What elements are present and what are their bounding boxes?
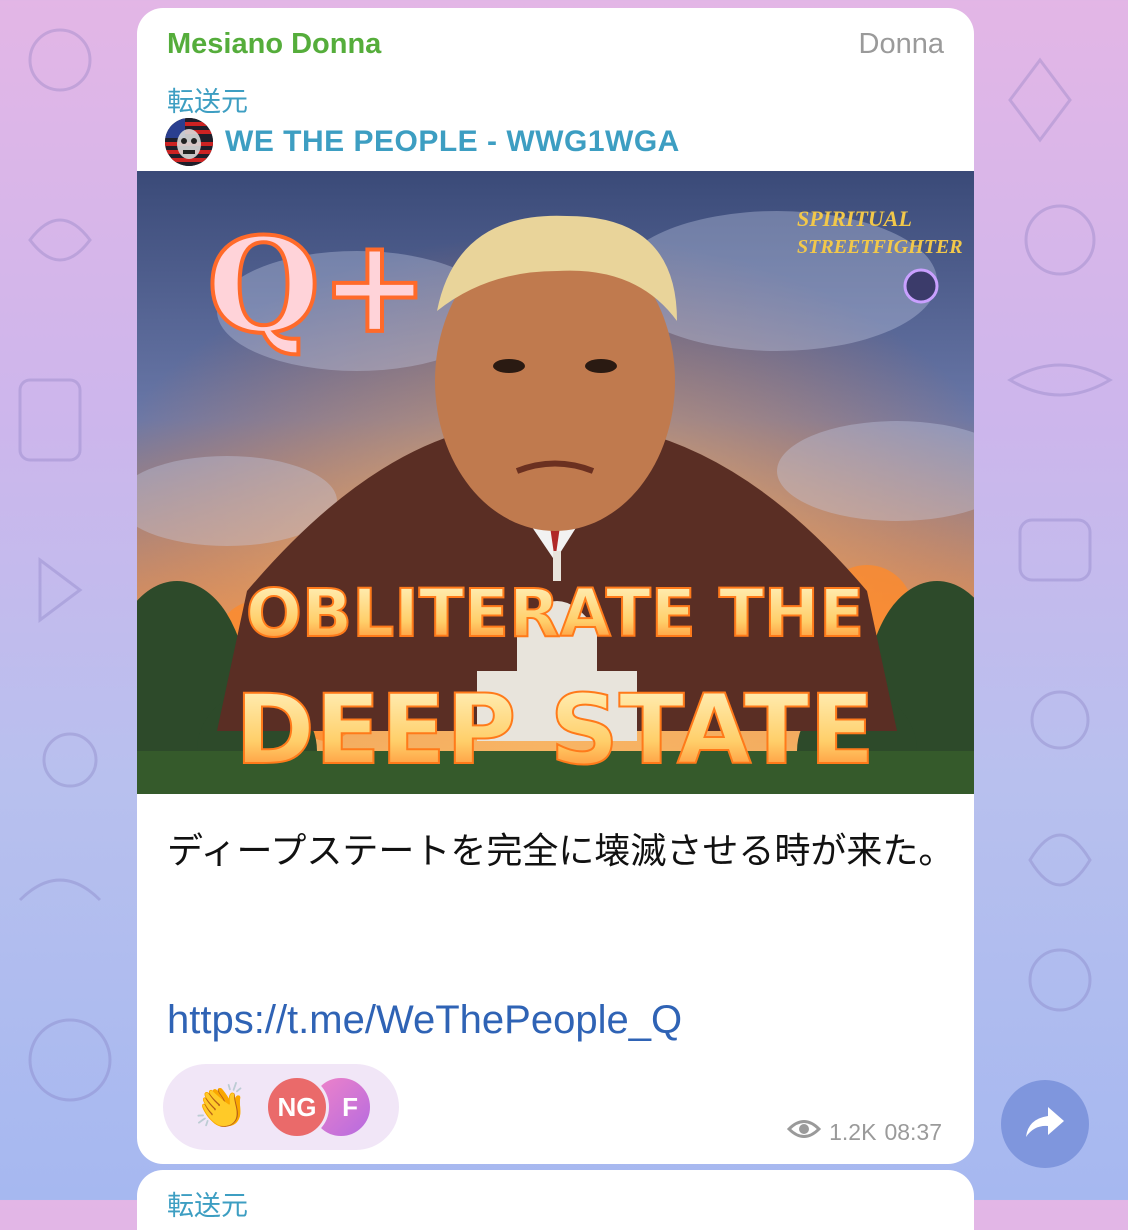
photo-illustration: Q+ SPIRITUAL STREETFIGHTER OBLITERATE TH…	[137, 171, 974, 794]
forwarded-channel[interactable]: WE THE PEOPLE - WWG1WGA	[165, 118, 680, 166]
reactor-avatar-ng: NG	[265, 1075, 329, 1139]
next-forwarded-label: 転送元	[167, 1191, 248, 1222]
sender-name[interactable]: Mesiano Donna	[167, 28, 381, 61]
photo-headline-1: OBLITERATE THE	[246, 575, 864, 652]
message-time: 08:37	[884, 1118, 942, 1145]
message-link[interactable]: https://t.me/WeThePeople_Q	[167, 998, 682, 1043]
reaction-avatars: NG F	[265, 1075, 385, 1139]
sender-tag: Donna	[858, 28, 944, 60]
next-message-bubble[interactable]: 転送元	[137, 1170, 974, 1230]
forwarded-channel-name[interactable]: WE THE PEOPLE - WWG1WGA	[225, 125, 680, 159]
message-bubble[interactable]: Mesiano Donna Donna 転送元 WE THE PEOPLE - …	[137, 8, 974, 1164]
clap-emoji: 👏	[193, 1081, 249, 1132]
share-button[interactable]	[1001, 1080, 1089, 1168]
photo-q-text: Q+	[207, 209, 429, 362]
photo-watermark-1: SPIRITUAL	[797, 206, 912, 231]
message-meta: 1.2K 08:37	[786, 1118, 942, 1146]
message-text: ディープステートを完全に壊滅させる時が来た。	[167, 831, 955, 872]
share-arrow-icon	[1024, 1103, 1066, 1145]
photo-headline-2: DEEP STATE	[235, 674, 875, 786]
channel-avatar	[165, 118, 213, 166]
forwarded-from-label: 転送元	[167, 87, 248, 118]
reaction-chip[interactable]: 👏 NG F	[163, 1064, 399, 1150]
photo-watermark-2: STREETFIGHTER	[797, 236, 963, 258]
view-count: 1.2K	[829, 1118, 877, 1145]
message-photo[interactable]: Q+ SPIRITUAL STREETFIGHTER OBLITERATE TH…	[137, 171, 974, 794]
eye-icon	[786, 1118, 822, 1146]
